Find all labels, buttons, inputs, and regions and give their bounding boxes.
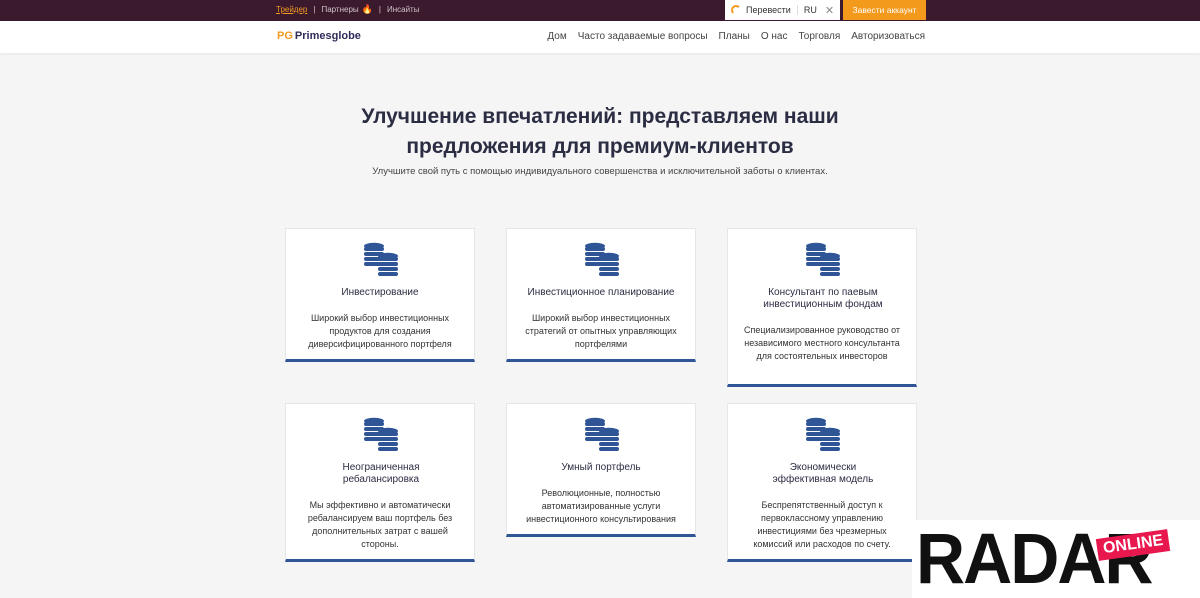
card-description: Мы эффективно и автоматически ребалансир… — [307, 500, 453, 549]
page-title-line: Улучшение впечатлений: представляем наши — [361, 105, 839, 128]
card-title: Инвестиционное планирование — [527, 287, 675, 298]
nav-item-plans[interactable]: Планы — [719, 31, 750, 42]
radar-online-watermark: RADAR ONLINE — [912, 520, 1200, 598]
main-header: PG Primesglobe Дом Часто задаваемые вопр… — [0, 21, 1200, 53]
close-icon[interactable]: ✕ — [825, 4, 834, 17]
card-description: Широкий выбор инвестиционных стратегий о… — [525, 313, 677, 349]
service-card-planning[interactable]: Инвестиционное планирование Широкий выбо… — [506, 228, 696, 362]
service-card-fund-advisor[interactable]: Консультант по паевым инвестиционным фон… — [727, 228, 917, 387]
separator: | — [313, 5, 316, 14]
page-title-line: предложения для премиум-клиентов — [406, 135, 794, 158]
nav-item-faq[interactable]: Часто задаваемые вопросы — [578, 31, 708, 42]
nav-item-trading[interactable]: Торговля — [798, 31, 840, 42]
coins-stack-icon — [806, 242, 840, 276]
card-title: Инвестирование — [341, 287, 419, 298]
nav-item-home[interactable]: Дом — [547, 31, 566, 42]
service-card-cost-effective[interactable]: Экономически эффективная модель Беспрепя… — [727, 403, 917, 562]
top-link-trader[interactable]: Трейдер — [276, 5, 307, 14]
card-description: Революционные, полностью автоматизирован… — [526, 488, 676, 524]
card-description: Широкий выбор инвестиционных продуктов д… — [308, 313, 452, 349]
top-bar: Трейдер | Партнеры 🔥 | Инсайты Перевести… — [0, 0, 1200, 21]
coins-stack-icon — [585, 242, 619, 276]
card-title: Экономически эффективная модель — [772, 462, 874, 485]
translate-label[interactable]: Перевести — [746, 5, 791, 15]
page-title: Улучшение впечатлений: представляем наши… — [300, 102, 900, 162]
service-card-rebalancing[interactable]: Неограниченная ребалансировка Мы эффекти… — [285, 403, 475, 562]
card-title: Консультант по паевым инвестиционным фон… — [763, 287, 883, 310]
top-link-insights[interactable]: Инсайты — [387, 5, 420, 14]
card-description: Специализированное руководство от незави… — [743, 325, 901, 361]
service-card-smart-portfolio[interactable]: Умный портфель Революционные, полностью … — [506, 403, 696, 537]
top-links: Трейдер | Партнеры 🔥 | Инсайты — [276, 4, 419, 15]
logo[interactable]: PG Primesglobe — [277, 30, 361, 42]
separator: | — [378, 5, 381, 14]
coins-stack-icon — [364, 417, 398, 451]
nav-item-about[interactable]: О нас — [761, 31, 788, 42]
logo-text: Primesglobe — [294, 30, 361, 42]
translate-widget[interactable]: Перевести RU ✕ — [725, 0, 840, 20]
card-title: Умный портфель — [561, 462, 641, 473]
loading-icon — [731, 5, 741, 15]
coins-stack-icon — [364, 242, 398, 276]
nav-item-login[interactable]: Авторизоваться — [851, 31, 925, 42]
coins-stack-icon — [806, 417, 840, 451]
page-subtitle: Улучшите свой путь с помощью индивидуаль… — [372, 166, 828, 177]
logo-mark: PG — [277, 30, 293, 42]
create-account-button[interactable]: Завести аккаунт — [843, 0, 926, 20]
coins-stack-icon — [585, 417, 619, 451]
top-link-partners[interactable]: Партнеры — [321, 5, 358, 14]
main-nav: Дом Часто задаваемые вопросы Планы О нас… — [536, 31, 925, 42]
service-card-investing[interactable]: Инвестирование Широкий выбор инвестицион… — [285, 228, 475, 362]
language-select[interactable]: RU — [796, 5, 817, 15]
card-description: Беспрепятственный доступ к первоклассном… — [753, 500, 891, 549]
watermark-word: RADAR — [916, 519, 1154, 598]
card-title: Неограниченная ребалансировка — [342, 462, 420, 485]
fire-icon: 🔥 — [361, 4, 373, 14]
